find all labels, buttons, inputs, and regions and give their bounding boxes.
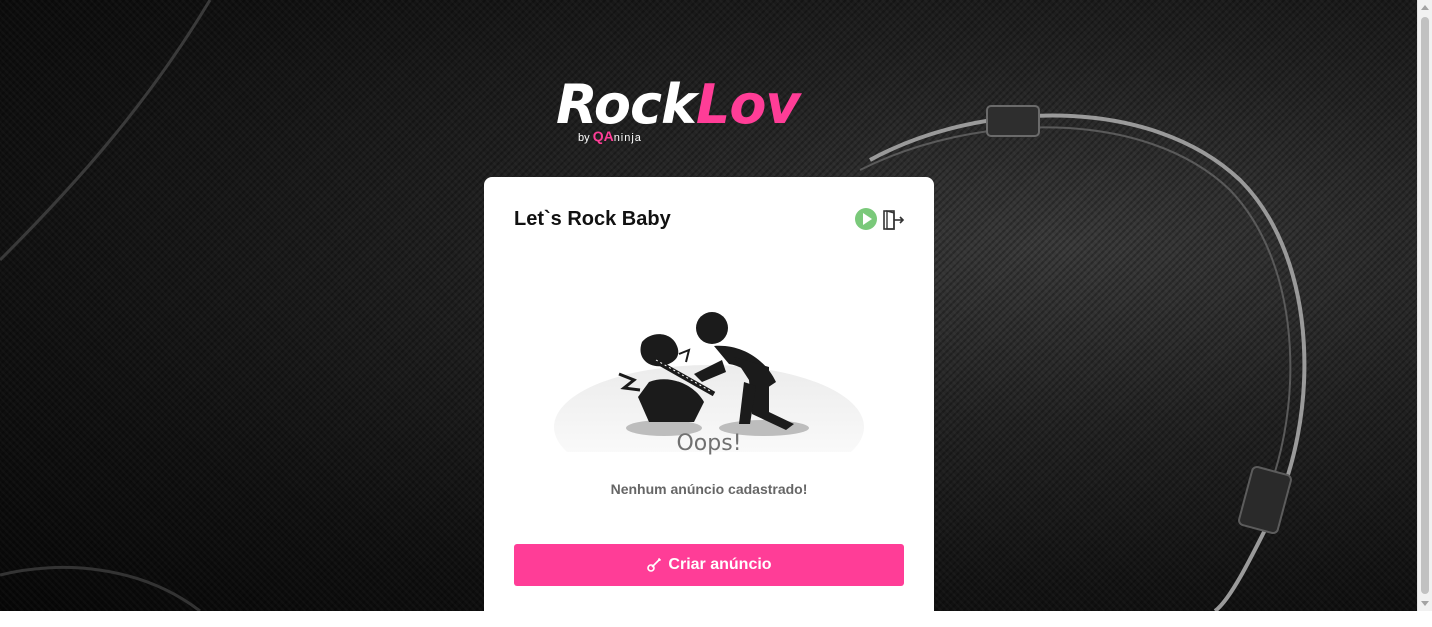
logo-lov-text: Lov (695, 73, 801, 136)
byline-ninja: ninja (613, 132, 642, 144)
empty-state-heading: Oops! (676, 431, 742, 456)
scroll-up-arrow[interactable] (1421, 5, 1429, 10)
create-ad-label: Criar anúncio (668, 556, 772, 573)
empty-state-message: Nenhum anúncio cadastrado! (610, 481, 808, 497)
vertical-scrollbar[interactable] (1417, 0, 1432, 611)
byline-qa: QA (592, 128, 614, 144)
logo-rock-text: Rock (556, 73, 697, 136)
logo-wordmark: RockLov (556, 73, 801, 136)
logout-icon[interactable] (881, 208, 905, 232)
rocklov-logo: RockLov by QAninja (556, 74, 866, 154)
dashboard-card: Let`s Rock Baby Oops! Nenhum anúncio cad… (484, 177, 934, 627)
scroll-down-arrow[interactable] (1421, 601, 1429, 606)
play-icon[interactable] (855, 208, 877, 230)
guitar-icon (647, 557, 662, 572)
card-title: Let`s Rock Baby (514, 208, 671, 230)
scroll-thumb[interactable] (1421, 17, 1429, 594)
create-ad-button[interactable]: Criar anúncio (514, 544, 904, 586)
empty-state-illustration (554, 312, 864, 452)
byline-prefix: by (578, 132, 590, 144)
logo-byline: by QAninja (578, 129, 642, 145)
